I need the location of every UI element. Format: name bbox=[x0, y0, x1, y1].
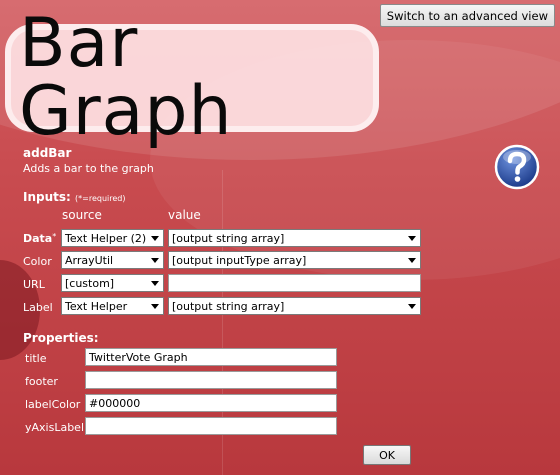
input-label-data: Data* bbox=[23, 232, 56, 245]
properties-heading: Properties: bbox=[23, 331, 99, 345]
data-value-select[interactable]: [output string array] bbox=[168, 229, 421, 247]
property-label-labelcolor: labelColor bbox=[25, 398, 81, 411]
property-label-yaxislabel: yAxisLabel bbox=[25, 421, 85, 434]
ok-button[interactable]: OK bbox=[363, 445, 411, 465]
chevron-down-icon bbox=[408, 236, 416, 241]
chevron-down-icon bbox=[151, 258, 159, 263]
function-name: addBar bbox=[23, 146, 72, 160]
url-source-select[interactable]: [custom] bbox=[61, 274, 164, 292]
inputs-heading-label: Inputs: bbox=[23, 190, 71, 204]
label-value-select[interactable]: [output string array] bbox=[168, 297, 421, 315]
url-source-value: [custom] bbox=[65, 277, 115, 290]
color-source-select[interactable]: ArrayUtil bbox=[61, 251, 164, 269]
chevron-down-icon bbox=[151, 281, 159, 286]
title-banner: Bar Graph bbox=[5, 10, 379, 146]
chevron-down-icon bbox=[151, 236, 159, 241]
label-source-value: Text Helper bbox=[65, 300, 128, 313]
label-color-input[interactable]: #000000 bbox=[85, 394, 337, 412]
chevron-down-icon bbox=[151, 304, 159, 309]
data-value-text: [output string array] bbox=[172, 232, 285, 245]
url-value-input[interactable] bbox=[168, 274, 421, 292]
footer-input[interactable] bbox=[85, 371, 337, 389]
chevron-down-icon bbox=[408, 258, 416, 263]
data-source-value: Text Helper (2) bbox=[65, 232, 147, 245]
source-column-header: source bbox=[62, 208, 102, 222]
input-label-data-text: Data bbox=[23, 232, 53, 245]
value-column-header: value bbox=[168, 208, 201, 222]
data-source-select[interactable]: Text Helper (2) bbox=[61, 229, 164, 247]
color-value-select[interactable]: [output inputType array] bbox=[168, 251, 421, 269]
property-label-title: title bbox=[25, 352, 47, 365]
color-value-text: [output inputType array] bbox=[172, 254, 307, 267]
switch-advanced-view-button[interactable]: Switch to an advanced view bbox=[379, 4, 555, 27]
input-label-label: Label bbox=[23, 301, 53, 314]
input-label-url: URL bbox=[23, 278, 45, 291]
required-asterisk: * bbox=[52, 232, 57, 241]
color-source-value: ArrayUtil bbox=[65, 254, 114, 267]
title-input[interactable]: TwitterVote Graph bbox=[85, 348, 337, 366]
label-value-text: [output string array] bbox=[172, 300, 285, 313]
label-source-select[interactable]: Text Helper bbox=[61, 297, 164, 315]
chevron-down-icon bbox=[408, 304, 416, 309]
help-question-icon[interactable] bbox=[494, 144, 540, 190]
inputs-heading: Inputs: (*=required) bbox=[23, 190, 125, 204]
y-axis-label-input[interactable] bbox=[85, 417, 337, 435]
function-description: Adds a bar to the graph bbox=[23, 162, 154, 175]
input-label-color: Color bbox=[23, 255, 52, 268]
required-note: (*=required) bbox=[75, 194, 126, 203]
page-title: Bar Graph bbox=[19, 4, 233, 151]
property-label-footer: footer bbox=[25, 375, 58, 388]
